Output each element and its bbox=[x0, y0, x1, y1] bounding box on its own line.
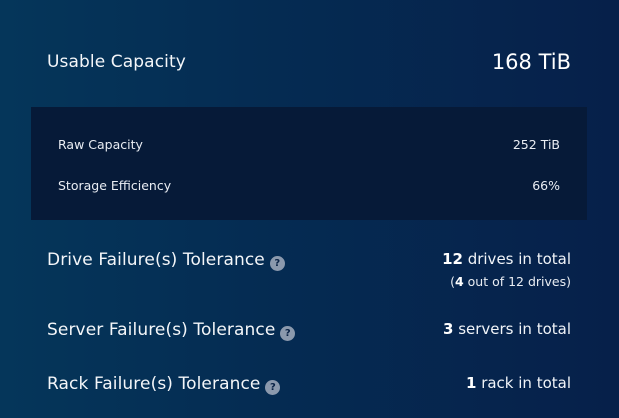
raw-capacity-row: Raw Capacity 252 TiB bbox=[58, 137, 560, 152]
drive-failure-tolerance-value: 12 drives in total (4 out of 12 drives) bbox=[442, 250, 571, 289]
capacity-details-panel: Raw Capacity 252 TiB Storage Efficiency … bbox=[31, 107, 587, 220]
help-icon[interactable]: ? bbox=[280, 325, 296, 341]
drive-failure-tolerance-row: Drive Failure(s) Tolerance ? 12 drives i… bbox=[47, 250, 571, 289]
rack-failure-tolerance-value: 1 rack in total bbox=[466, 374, 571, 392]
server-failure-tolerance-label-group: Server Failure(s) Tolerance ? bbox=[47, 320, 296, 341]
server-count: 3 bbox=[442, 320, 454, 338]
usable-capacity-row: Usable Capacity 168 TiB bbox=[47, 50, 571, 76]
storage-efficiency-row: Storage Efficiency 66% bbox=[58, 178, 560, 193]
rack-failure-tolerance-row: Rack Failure(s) Tolerance ? 1 rack in to… bbox=[47, 374, 571, 395]
capacity-summary-card: Usable Capacity 168 TiB Raw Capacity 252… bbox=[0, 0, 619, 418]
rack-failure-tolerance-label: Rack Failure(s) Tolerance bbox=[47, 374, 261, 394]
raw-capacity-value: 252 TiB bbox=[512, 137, 560, 152]
drive-sub-text: out of 12 drives) bbox=[463, 274, 571, 289]
drive-failure-tolerance-label-group: Drive Failure(s) Tolerance ? bbox=[47, 250, 285, 271]
server-failure-tolerance-label: Server Failure(s) Tolerance bbox=[47, 320, 276, 340]
raw-capacity-label: Raw Capacity bbox=[58, 137, 143, 152]
help-icon[interactable]: ? bbox=[269, 255, 285, 271]
drive-tolerance-detail: (4 out of 12 drives) bbox=[442, 274, 571, 289]
drive-sub-count: 4 bbox=[454, 274, 464, 289]
help-icon[interactable]: ? bbox=[265, 379, 281, 395]
storage-efficiency-label: Storage Efficiency bbox=[58, 178, 172, 193]
rack-unit-text: rack in total bbox=[476, 374, 571, 392]
server-unit-text: servers in total bbox=[453, 320, 571, 338]
rack-count: 1 bbox=[465, 374, 477, 392]
usable-capacity-value: 168 TiB bbox=[491, 50, 571, 74]
drive-count: 12 bbox=[442, 250, 463, 268]
server-failure-tolerance-row: Server Failure(s) Tolerance ? 3 servers … bbox=[47, 320, 571, 341]
server-failure-tolerance-value: 3 servers in total bbox=[443, 320, 571, 338]
drive-unit-text: drives in total bbox=[462, 250, 571, 268]
storage-efficiency-value: 66% bbox=[532, 178, 560, 193]
drive-total-line: 12 drives in total bbox=[442, 250, 571, 268]
rack-failure-tolerance-label-group: Rack Failure(s) Tolerance ? bbox=[47, 374, 281, 395]
usable-capacity-label: Usable Capacity bbox=[47, 52, 186, 72]
drive-failure-tolerance-label: Drive Failure(s) Tolerance bbox=[47, 250, 265, 270]
